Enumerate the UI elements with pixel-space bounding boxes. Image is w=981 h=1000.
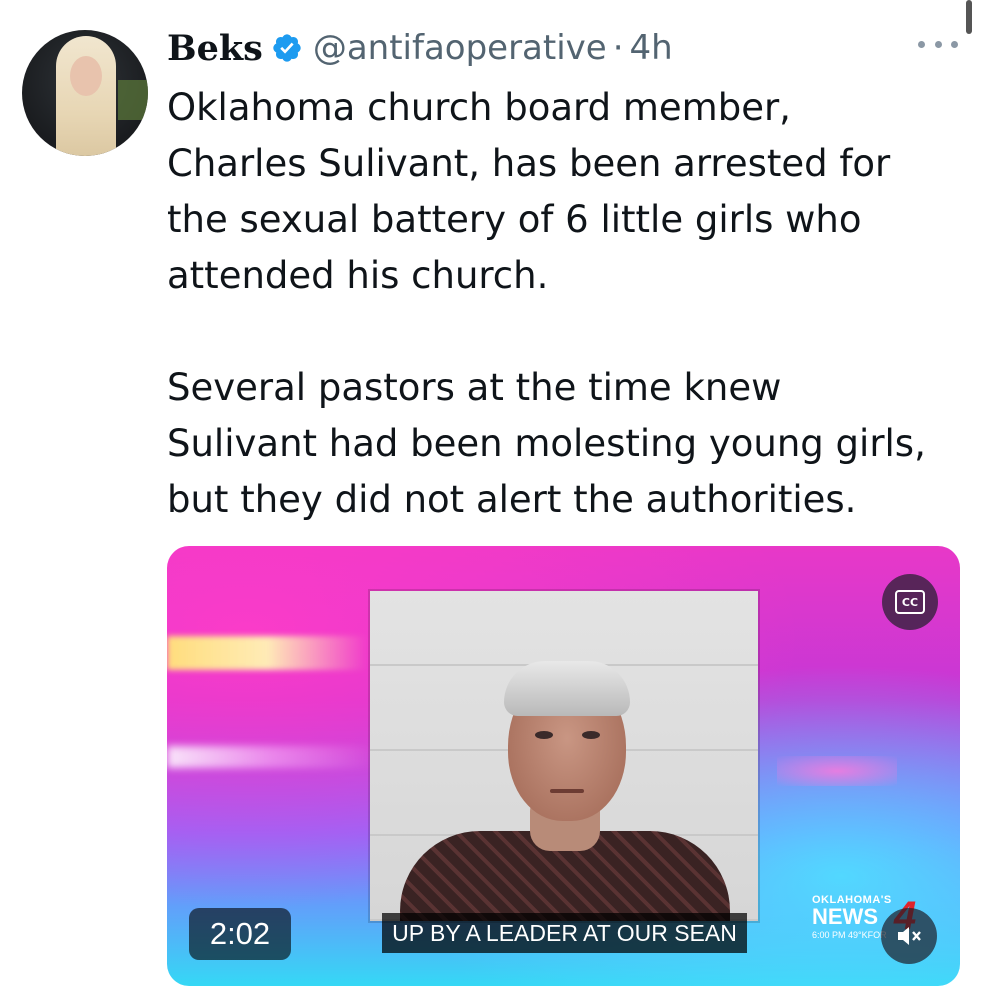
more-options-icon[interactable]: [918, 34, 958, 54]
timestamp[interactable]: 4h: [630, 28, 673, 68]
verified-badge-icon[interactable]: [271, 32, 303, 64]
closed-captions-icon[interactable]: CC: [882, 574, 938, 630]
mugshot-image: [370, 591, 758, 921]
video-caption: UP BY A LEADER AT OUR SEAN: [382, 913, 747, 953]
video-player[interactable]: UP BY A LEADER AT OUR SEAN 2:02 CC OKLAH…: [167, 546, 960, 986]
tweet-text: Oklahoma church board member, Charles Su…: [167, 86, 926, 521]
tweet-header: Beks @antifaoperative · 4h: [167, 24, 673, 72]
video-duration: 2:02: [189, 908, 291, 960]
cc-label: CC: [895, 590, 925, 614]
author-handle[interactable]: @antifaoperative: [313, 28, 607, 68]
avatar[interactable]: [22, 30, 148, 156]
muted-speaker-icon[interactable]: [881, 908, 937, 964]
author-name[interactable]: Beks: [167, 28, 263, 69]
tweet[interactable]: Beks @antifaoperative · 4h Oklahoma chur…: [0, 0, 981, 1000]
separator-dot: ·: [612, 28, 624, 68]
